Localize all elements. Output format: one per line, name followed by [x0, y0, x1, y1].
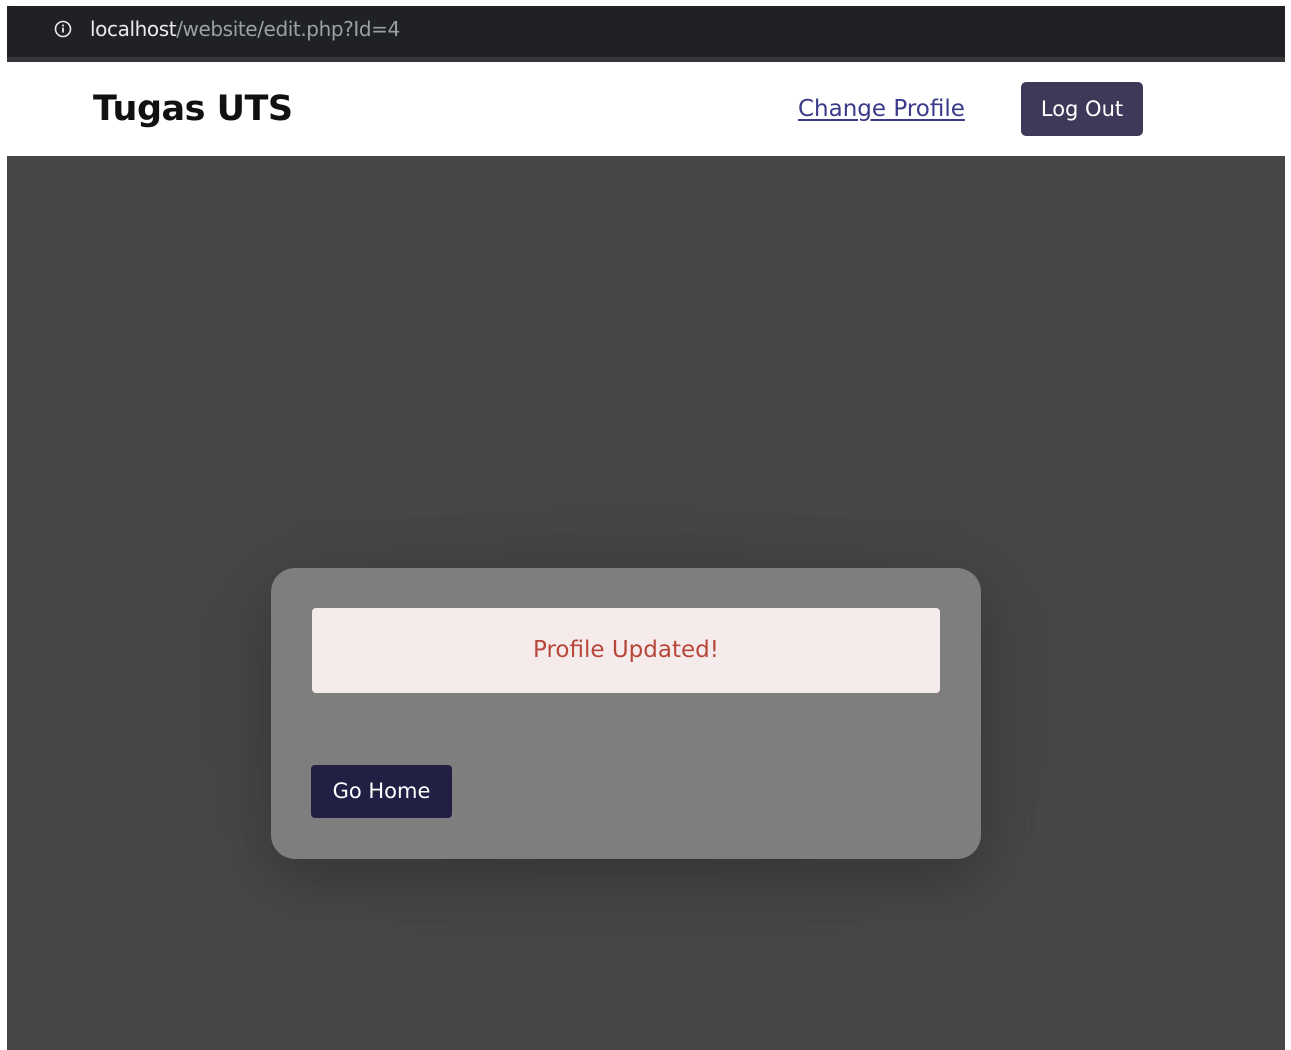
- url-path: /website/edit.php?Id=4: [176, 17, 400, 41]
- browser-window: localhost/website/edit.php?Id=4 Tugas UT…: [7, 6, 1285, 1050]
- url-host: localhost: [90, 17, 177, 41]
- success-alert: Profile Updated!: [312, 608, 940, 693]
- brand-title: Tugas UTS: [93, 89, 293, 129]
- status-card: Profile Updated! Go Home: [271, 568, 981, 859]
- go-home-button[interactable]: Go Home: [311, 765, 452, 818]
- navbar: Tugas UTS Change Profile Log Out: [7, 62, 1285, 156]
- browser-address-bar: localhost/website/edit.php?Id=4: [7, 6, 1285, 62]
- url-field[interactable]: localhost/website/edit.php?Id=4: [21, 6, 1285, 54]
- info-circle-icon[interactable]: [54, 20, 72, 38]
- logout-button[interactable]: Log Out: [1021, 82, 1143, 136]
- change-profile-link[interactable]: Change Profile: [798, 94, 965, 124]
- url-text: localhost/website/edit.php?Id=4: [90, 17, 400, 41]
